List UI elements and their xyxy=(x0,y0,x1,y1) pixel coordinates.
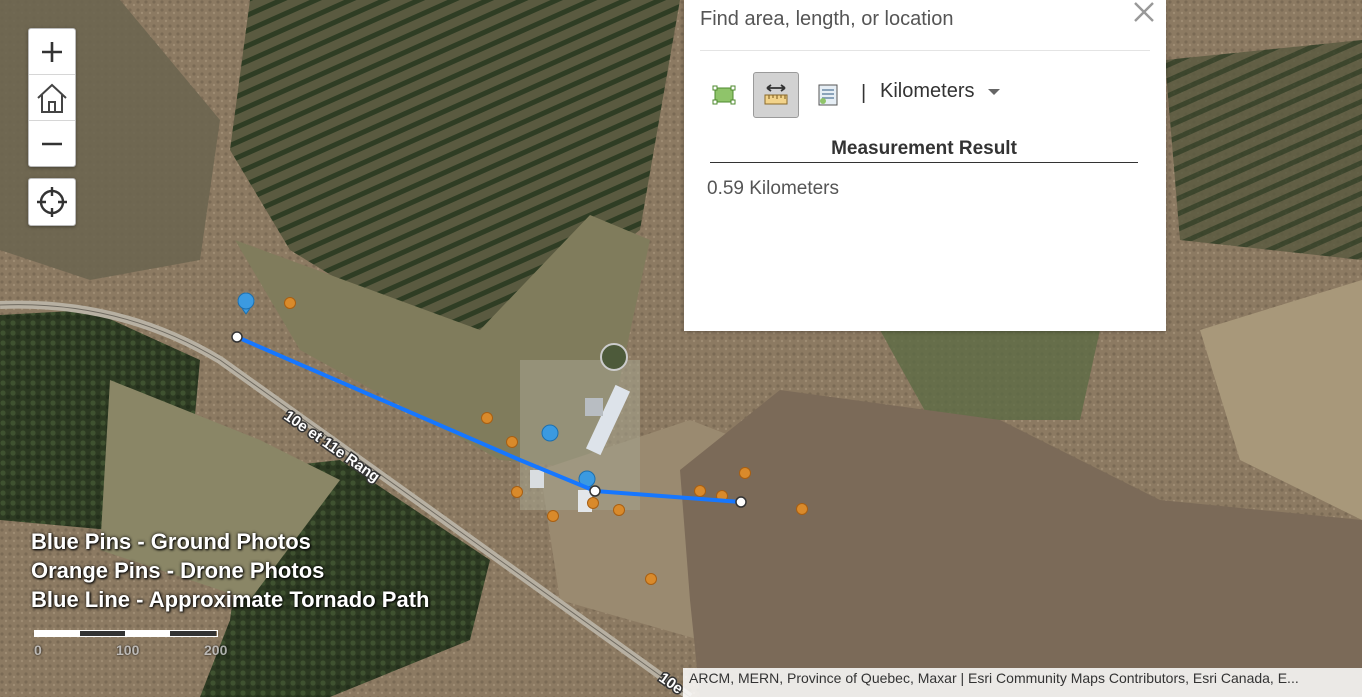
drone-pin[interactable] xyxy=(796,503,808,515)
zoom-in-button[interactable] xyxy=(29,29,75,74)
location-tool-button[interactable] xyxy=(805,72,851,118)
location-measure-icon xyxy=(818,84,838,106)
ground-pin[interactable] xyxy=(541,424,559,442)
close-icon xyxy=(1134,2,1154,22)
drone-pin[interactable] xyxy=(645,573,657,585)
area-measure-icon xyxy=(712,85,736,105)
path-vertex-mid[interactable] xyxy=(589,485,601,497)
map-attribution[interactable]: ARCM, MERN, Province of Quebec, Maxar | … xyxy=(683,668,1362,697)
unit-dropdown[interactable]: Kilometers xyxy=(880,80,1001,103)
scale-seg xyxy=(170,631,216,636)
legend-line-path: Blue Line - Approximate Tornado Path xyxy=(31,587,430,612)
drone-pin[interactable] xyxy=(547,510,559,522)
drone-pin[interactable] xyxy=(511,486,523,498)
crosshair-icon xyxy=(37,187,67,217)
scale-seg xyxy=(125,631,170,636)
result-heading: Measurement Result xyxy=(710,138,1138,163)
scale-seg xyxy=(80,631,125,636)
zoom-out-button[interactable] xyxy=(29,120,75,166)
measurement-panel: Find area, length, or location | Kilomet… xyxy=(684,0,1166,331)
drone-pin[interactable] xyxy=(587,497,599,509)
distance-measure-icon xyxy=(764,84,788,105)
locate-button[interactable] xyxy=(28,178,76,226)
result-value: 0.59 Kilometers xyxy=(707,178,840,199)
legend-line-drone: Orange Pins - Drone Photos xyxy=(31,558,325,583)
home-button[interactable] xyxy=(29,74,75,120)
drone-pin[interactable] xyxy=(739,467,751,479)
scale-label-100: 100 xyxy=(116,642,140,658)
tool-separator: | xyxy=(861,82,867,104)
zoom-controls xyxy=(28,28,76,167)
legend-line-ground: Blue Pins - Ground Photos xyxy=(31,529,311,554)
drone-pin[interactable] xyxy=(284,297,296,309)
scale-bar: 0 100 200 xyxy=(34,630,227,658)
scale-label-0: 0 xyxy=(34,642,42,658)
unit-value: Kilometers xyxy=(880,80,975,102)
drone-pin[interactable] xyxy=(613,504,625,516)
plus-icon xyxy=(42,41,62,62)
chevron-down-icon xyxy=(988,88,1001,95)
path-vertex-start[interactable] xyxy=(231,331,243,343)
forest-rows-right xyxy=(1165,40,1362,260)
distance-tool-button[interactable] xyxy=(753,72,799,118)
drone-pin[interactable] xyxy=(506,436,518,448)
path-vertex-end[interactable] xyxy=(735,496,747,508)
drone-pin[interactable] xyxy=(481,412,493,424)
map-legend: Blue Pins - Ground Photos Orange Pins - … xyxy=(31,527,429,614)
divider xyxy=(700,50,1150,51)
close-button[interactable] xyxy=(1130,0,1158,26)
area-tool-button[interactable] xyxy=(701,72,747,118)
search-prompt[interactable]: Find area, length, or location xyxy=(700,8,954,31)
home-icon xyxy=(37,83,67,113)
drone-pin[interactable] xyxy=(694,485,706,497)
scale-seg xyxy=(35,631,80,636)
scale-label-200: 200 xyxy=(204,642,228,658)
ground-pin-head xyxy=(237,292,255,310)
minus-icon xyxy=(42,142,62,145)
